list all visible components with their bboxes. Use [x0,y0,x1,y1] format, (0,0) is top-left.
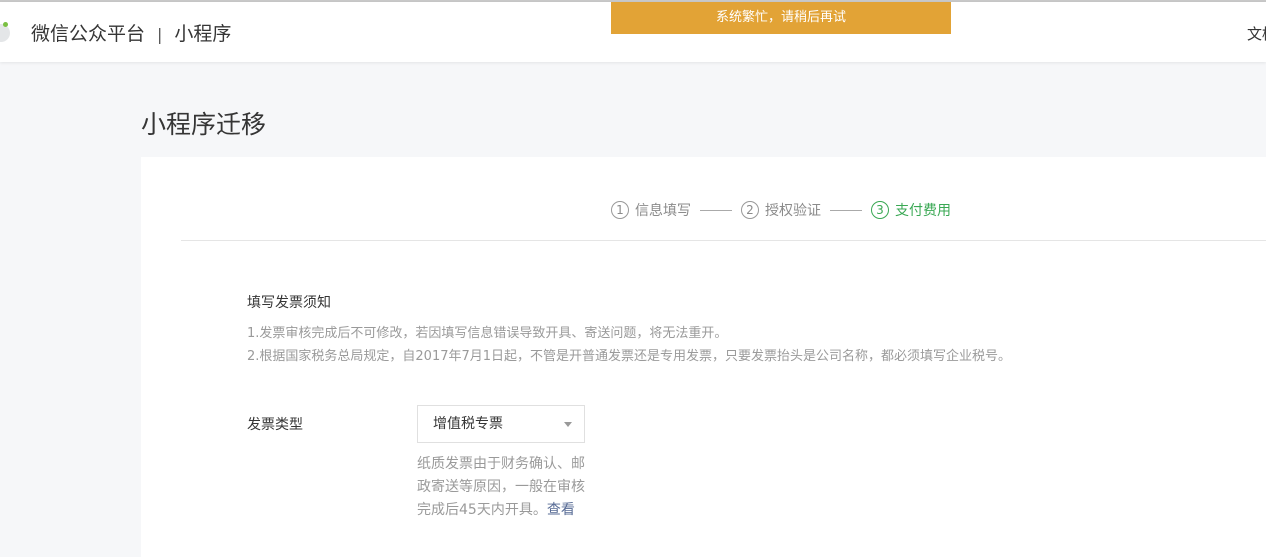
step-number: 3 [871,201,889,219]
doc-link[interactable]: 文档 [1247,23,1266,44]
notice-list: 1.发票审核完成后不可修改，若因填写信息错误导致开具、寄送问题，将无法重开。 2… [247,322,1011,368]
step-connector [830,209,862,211]
step-label: 支付费用 [895,203,951,219]
step-payment: 3 支付费用 [871,200,951,220]
view-link[interactable]: 查看 [547,502,575,518]
step-label: 授权验证 [765,203,821,219]
wechat-logo-icon [0,22,10,42]
step-info: 1 信息填写 [611,200,691,220]
error-toast: 系统繁忙，请稍后再试 [611,2,951,34]
caret-down-icon [564,422,572,427]
invoice-type-select[interactable]: 增值税专票 [417,405,585,443]
stepper: 1 信息填写 2 授权验证 3 支付费用 [611,200,951,220]
step-label: 信息填写 [635,203,691,219]
selected-value: 增值税专票 [433,416,503,432]
step-connector [700,209,732,211]
invoice-type-label: 发票类型 [247,417,303,433]
notice-item: 1.发票审核完成后不可修改，若因填写信息错误导致开具、寄送问题，将无法重开。 [247,326,728,341]
notice-item: 2.根据国家税务总局规定，自2017年7月1日起，不管是开普通发票还是专用发票，… [247,349,1012,364]
main-card: 1 信息填写 2 授权验证 3 支付费用 填写发票须知 1.发票审核完成后不可修改，若… [141,157,1266,557]
divider [181,240,1266,241]
product-name: 小程序 [174,23,232,45]
brand-separator: | [157,25,163,44]
page-title: 小程序迁移 [141,110,267,139]
step-number: 2 [741,201,759,219]
invoice-tip: 纸质发票由于财务确认、邮政寄送等原因，一般在审核完成后45天内开具。查看 [417,453,589,522]
step-auth: 2 授权验证 [741,200,821,220]
step-number: 1 [611,201,629,219]
brand-name: 微信公众平台 [31,23,146,45]
brand[interactable]: 微信公众平台 | 小程序 [31,19,231,46]
notice-title: 填写发票须知 [247,295,331,311]
